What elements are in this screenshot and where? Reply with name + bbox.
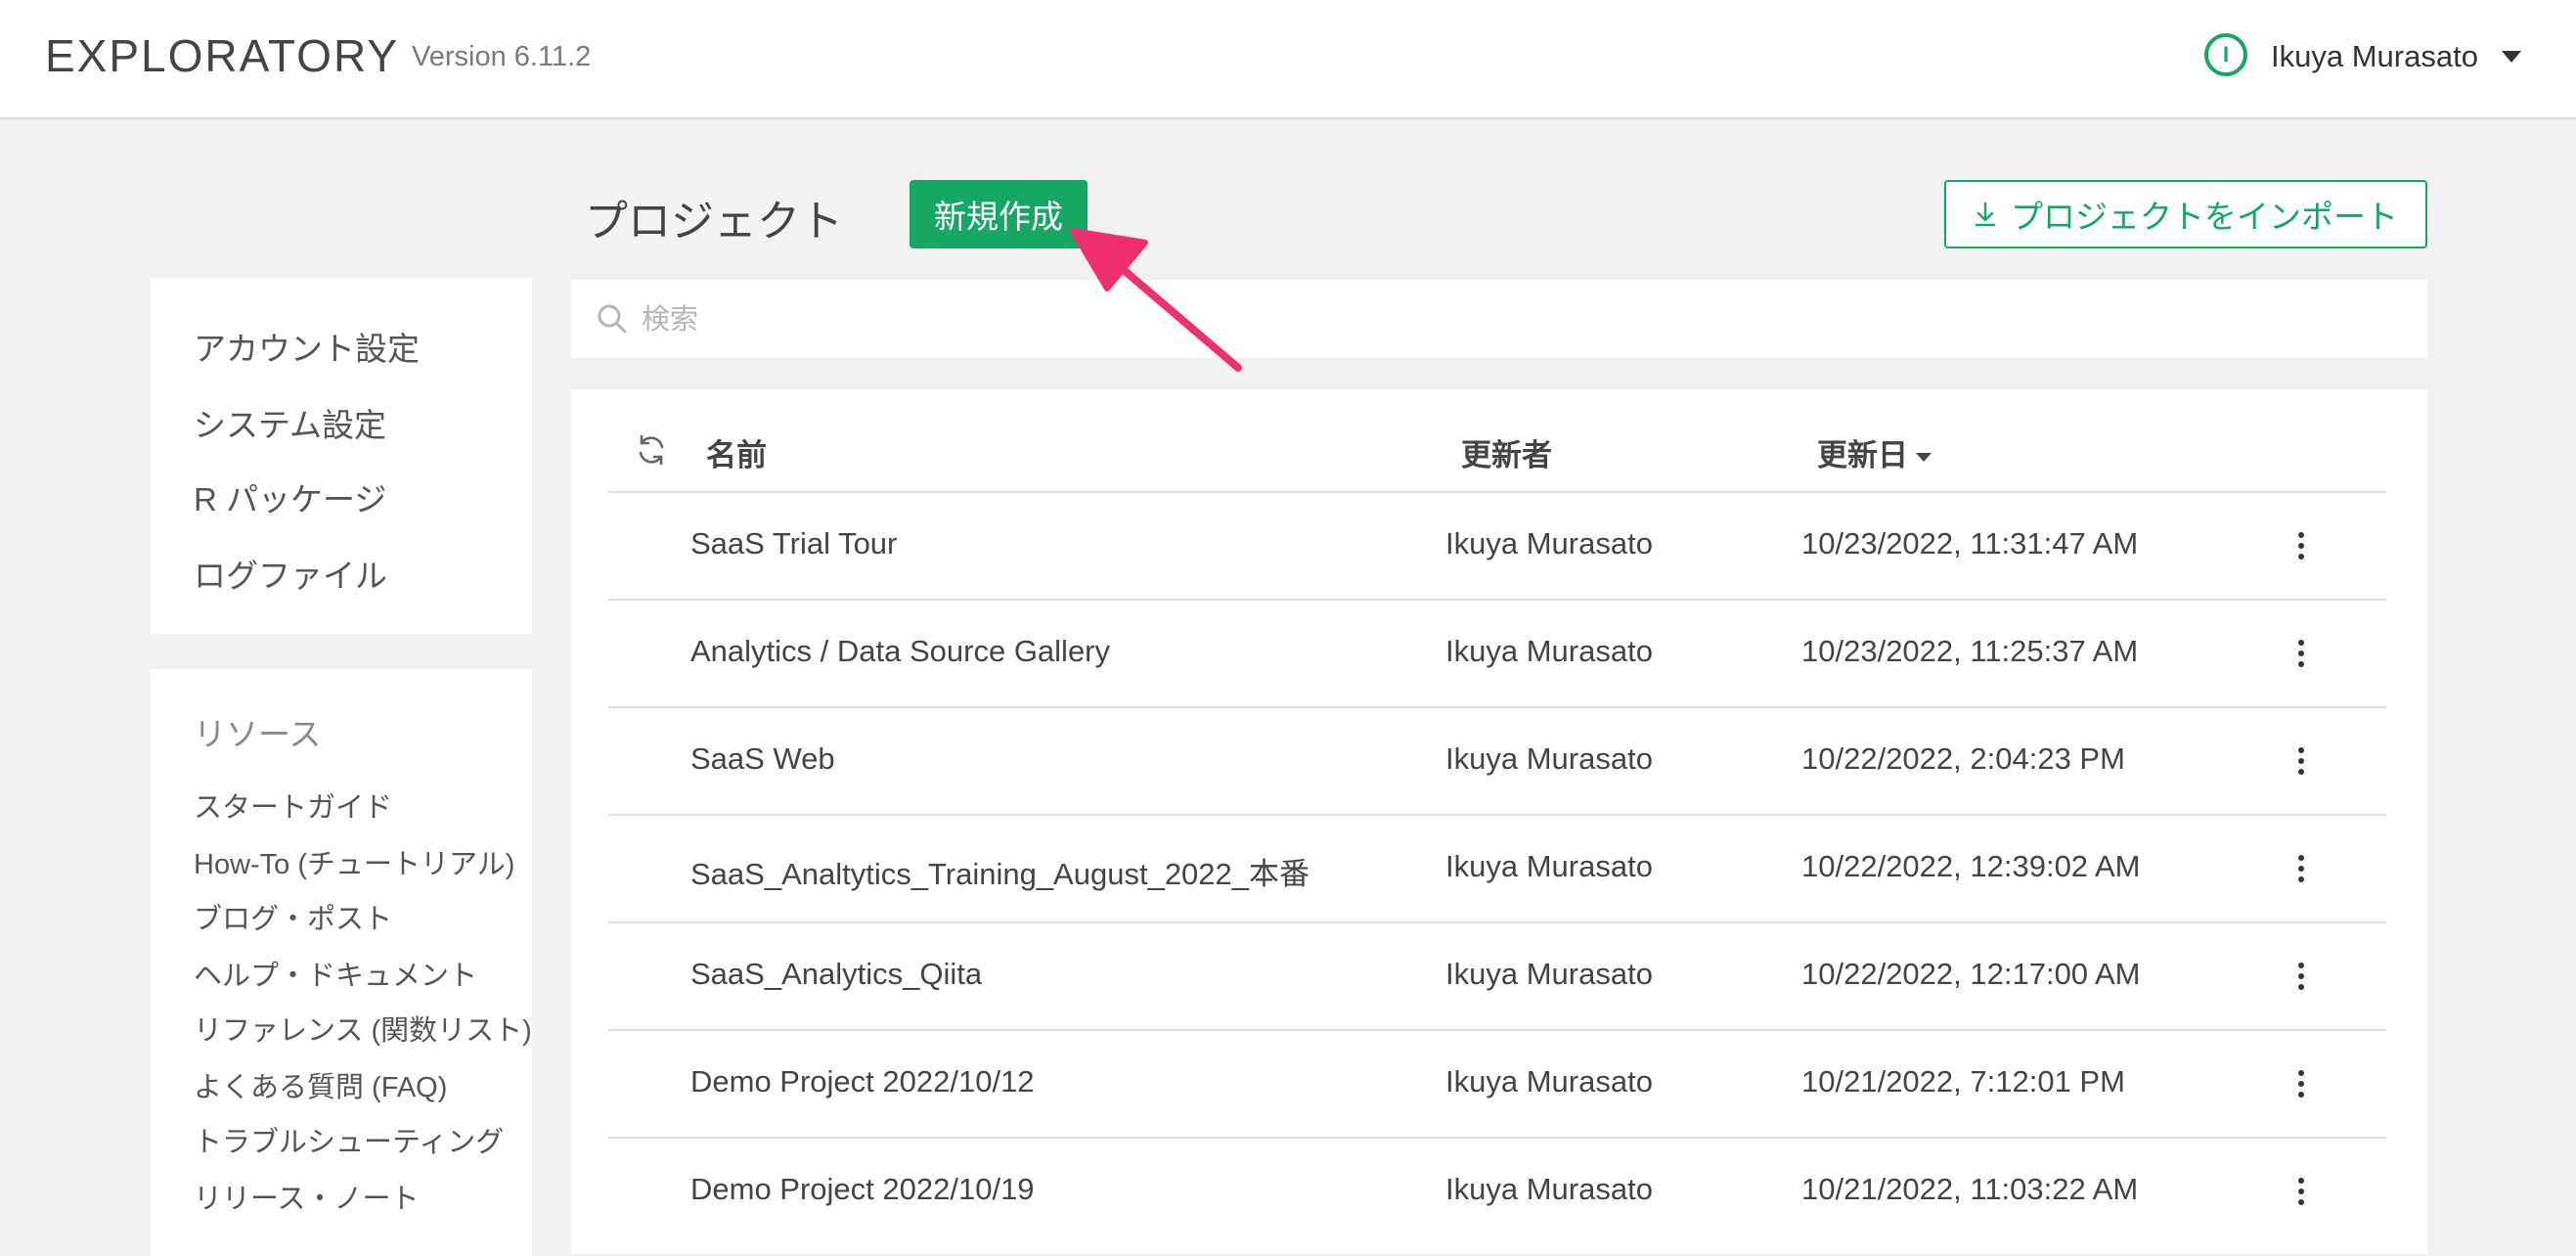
page-title: プロジェクト: [585, 198, 843, 246]
resource-link-reference[interactable]: リファレンス (関数リスト): [194, 1008, 532, 1049]
annotation-arrow: [1070, 228, 1242, 372]
user-avatar-icon[interactable]: I: [2204, 33, 2247, 76]
project-updated-by: Ikuya Murasato: [1445, 957, 1653, 991]
table-row[interactable]: Demo Project 2022/10/19 Ikuya Murasato 1…: [608, 1137, 2386, 1244]
project-updated-by: Ikuya Murasato: [1445, 741, 1653, 776]
column-header-name[interactable]: 名前: [706, 430, 767, 474]
project-name[interactable]: SaaS Trial Tour: [690, 526, 897, 561]
sidebar-item-log-files[interactable]: ログファイル: [194, 550, 387, 597]
more-vertical-icon[interactable]: [2285, 741, 2318, 781]
app-version: Version 6.11.2: [412, 41, 592, 72]
new-project-button[interactable]: 新規作成: [910, 180, 1088, 248]
table-row[interactable]: SaaS Web Ikuya Murasato 10/22/2022, 2:04…: [608, 706, 2386, 814]
more-vertical-icon[interactable]: [2285, 849, 2318, 888]
resources-menu: リソース スタートガイド How-To (チュートリアル) ブログ・ポスト ヘル…: [151, 669, 532, 1256]
download-icon: [1975, 202, 1996, 227]
project-updated-by: Ikuya Murasato: [1445, 1172, 1653, 1206]
project-updated-at: 10/23/2022, 11:25:37 AM: [1801, 634, 2139, 668]
import-project-label: プロジェクトをインポート: [2011, 199, 2398, 235]
project-updated-by: Ikuya Murasato: [1445, 526, 1653, 561]
project-updated-at: 10/22/2022, 12:17:00 AM: [1801, 957, 2141, 991]
project-name[interactable]: SaaS_Analytics_Qiita: [690, 957, 982, 992]
settings-menu: アカウント設定 システム設定 R パッケージ ログファイル: [151, 278, 532, 634]
sidebar-item-r-packages[interactable]: R パッケージ: [194, 473, 386, 520]
sidebar-item-account-settings[interactable]: アカウント設定: [194, 323, 420, 370]
resource-link-faq[interactable]: よくある質問 (FAQ): [194, 1064, 447, 1105]
search-icon: [598, 304, 627, 334]
user-menu-name[interactable]: Ikuya Murasato: [2271, 39, 2478, 74]
sidebar-item-system-settings[interactable]: システム設定: [194, 399, 386, 446]
sort-desc-icon: [1916, 453, 1932, 463]
resource-link-troubleshooting[interactable]: トラブルシューティング: [194, 1119, 504, 1160]
project-name[interactable]: SaaS Web: [690, 741, 835, 777]
resource-link-start-guide[interactable]: スタートガイド: [194, 785, 392, 826]
search-bar: [571, 280, 2427, 358]
more-vertical-icon[interactable]: [2285, 1064, 2318, 1103]
app-logo[interactable]: EXPLORATORY: [45, 29, 399, 82]
resource-link-how-to[interactable]: How-To (チュートリアル): [194, 841, 514, 882]
project-updated-at: 10/22/2022, 2:04:23 PM: [1801, 741, 2125, 776]
column-header-updated-by[interactable]: 更新者: [1461, 430, 1552, 474]
project-name[interactable]: Analytics / Data Source Gallery: [690, 634, 1110, 669]
import-project-button[interactable]: プロジェクトをインポート: [1944, 180, 2427, 248]
project-name[interactable]: SaaS_Analtytics_Training_August_2022_本番: [690, 849, 1310, 893]
column-header-updated-at[interactable]: 更新日: [1817, 430, 1932, 474]
chevron-down-icon[interactable]: [2502, 51, 2521, 63]
project-updated-by: Ikuya Murasato: [1445, 1064, 1653, 1099]
table-row[interactable]: Analytics / Data Source Gallery Ikuya Mu…: [608, 599, 2386, 706]
table-row[interactable]: SaaS_Analtytics_Training_August_2022_本番 …: [608, 814, 2386, 921]
project-updated-by: Ikuya Murasato: [1445, 634, 1653, 668]
project-updated-by: Ikuya Murasato: [1445, 849, 1653, 883]
resource-link-blog[interactable]: ブログ・ポスト: [194, 896, 392, 937]
table-row[interactable]: SaaS Trial Tour Ikuya Murasato 10/23/202…: [608, 491, 2386, 599]
more-vertical-icon[interactable]: [2285, 957, 2318, 996]
more-vertical-icon[interactable]: [2285, 634, 2318, 673]
resource-link-help-docs[interactable]: ヘルプ・ドキュメント: [194, 953, 477, 994]
resources-heading: リソース: [194, 716, 322, 752]
project-updated-at: 10/22/2022, 12:39:02 AM: [1801, 849, 2141, 883]
more-vertical-icon[interactable]: [2285, 526, 2318, 565]
project-name[interactable]: Demo Project 2022/10/12: [690, 1064, 1035, 1099]
search-input[interactable]: [640, 293, 2384, 346]
column-header-updated-at-label: 更新日: [1817, 438, 1908, 472]
project-updated-at: 10/21/2022, 11:03:22 AM: [1801, 1172, 2139, 1206]
project-updated-at: 10/21/2022, 7:12:01 PM: [1801, 1064, 2125, 1099]
top-bar: EXPLORATORY Version 6.11.2 I Ikuya Muras…: [0, 0, 2576, 119]
table-row[interactable]: SaaS_Analytics_Qiita Ikuya Murasato 10/2…: [608, 921, 2386, 1029]
project-updated-at: 10/23/2022, 11:31:47 AM: [1801, 526, 2139, 561]
refresh-icon[interactable]: [634, 432, 669, 468]
project-name[interactable]: Demo Project 2022/10/19: [690, 1172, 1035, 1207]
table-row[interactable]: Demo Project 2022/10/12 Ikuya Murasato 1…: [608, 1029, 2386, 1137]
more-vertical-icon[interactable]: [2285, 1172, 2318, 1211]
resource-link-release-notes[interactable]: リリース・ノート: [194, 1176, 420, 1217]
project-table: 名前 更新者 更新日 SaaS Trial Tour Ikuya Murasat…: [571, 389, 2427, 1254]
